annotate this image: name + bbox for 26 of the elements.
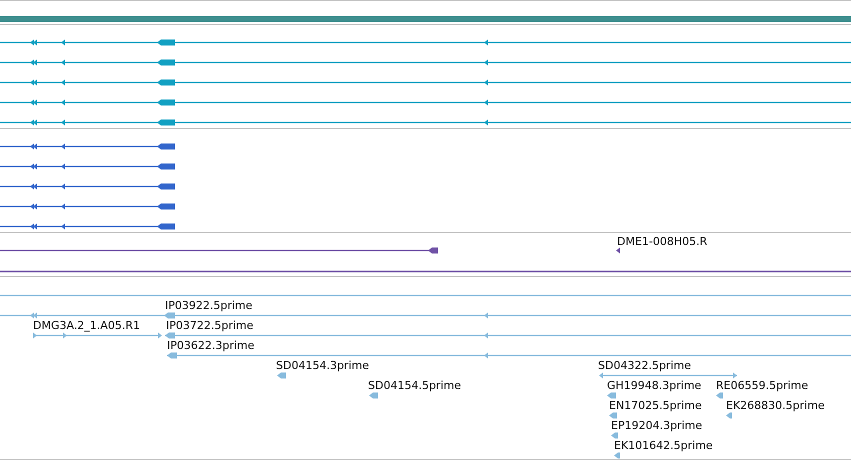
gene-model-drawing[interactable] <box>0 60 851 66</box>
feature-label: EP19204.3prime <box>611 419 702 432</box>
gene-model-drawing[interactable] <box>0 204 175 210</box>
gene-model-drawing[interactable] <box>0 224 175 230</box>
feature-label: EK268830.5prime <box>726 399 825 412</box>
feature-label: IP03922.5prime <box>165 299 252 312</box>
gene-model-drawing[interactable] <box>0 100 851 106</box>
feature-label: SD04322.5prime <box>598 359 691 372</box>
feature-label: GH19948.3prime <box>607 379 702 392</box>
feature-label: DME1-008H05.R <box>617 235 708 248</box>
feature-label: DMG3A.2_1.A05.R1 <box>33 319 140 332</box>
feature-label: SD04154.5prime <box>368 379 461 392</box>
gene-model-drawing[interactable] <box>0 164 175 170</box>
gene-model-drawing[interactable] <box>0 144 175 150</box>
feature-glyph-drawing[interactable] <box>616 248 620 254</box>
gene-model-drawing[interactable] <box>0 120 851 126</box>
feature-label: RE06559.5prime <box>716 379 808 392</box>
gene-model-drawing[interactable] <box>0 40 851 46</box>
feature-label: IP03722.5prime <box>166 319 254 332</box>
gene-model-drawing[interactable] <box>0 80 851 86</box>
feature-label: SD04154.3prime <box>276 359 369 372</box>
feature-label: EK101642.5prime <box>614 439 713 452</box>
feature-label: IP03622.3prime <box>167 339 254 352</box>
gene-model-drawing[interactable] <box>0 184 175 190</box>
feature-label: EN17025.5prime <box>609 399 702 412</box>
feature-glyph-drawing[interactable] <box>0 248 438 254</box>
